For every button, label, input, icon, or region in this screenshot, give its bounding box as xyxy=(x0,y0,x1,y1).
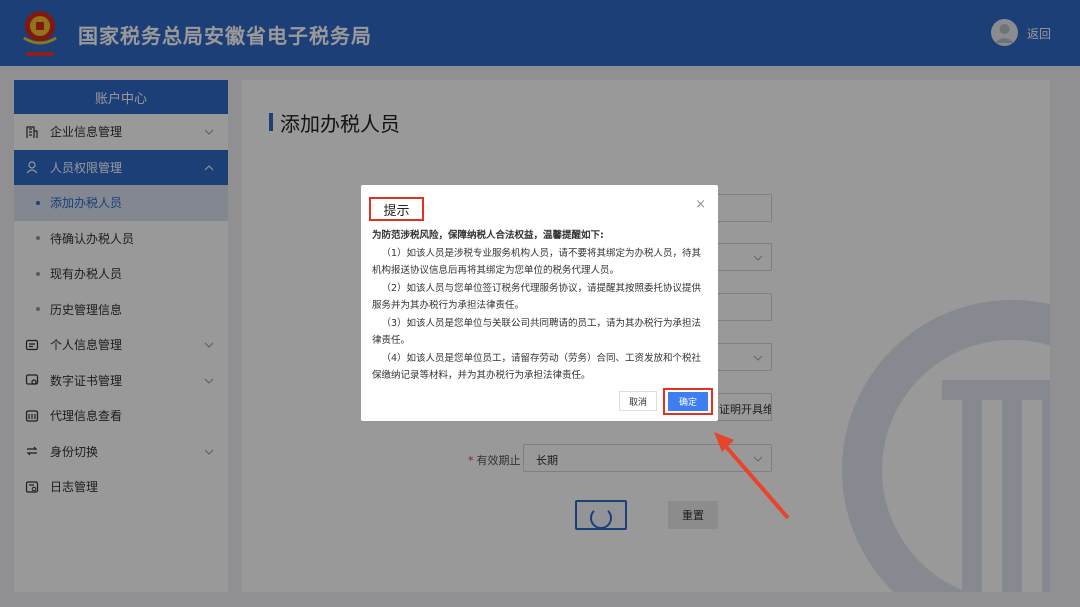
dialog-paragraph: （4）如该人员是您单位员工，请留存劳动（劳务）合同、工资发放和个税社保缴纳记录等… xyxy=(372,352,702,382)
dialog-paragraph: （1）如该人员是涉税专业服务机构人员，请不要将其绑定为办税人员，待其机构报送协议… xyxy=(372,247,702,277)
dialog-body: 为防范涉税风险，保障纳税人合法权益，温馨提醒如下: （1）如该人员是涉税专业服务… xyxy=(372,227,710,385)
cancel-button[interactable]: 取消 xyxy=(619,391,657,411)
close-icon[interactable]: × xyxy=(695,197,706,212)
dialog-paragraph: （2）如该人员与您单位签订税务代理服务协议，请提醒其按照委托协议提供服务并为其办… xyxy=(372,282,702,312)
ok-button-highlight: 确定 xyxy=(663,388,713,415)
dialog-lead-text: 为防范涉税风险，保障纳税人合法权益，温馨提醒如下: xyxy=(372,230,604,241)
annotation-arrow-icon xyxy=(714,432,790,520)
dialog-title: 提示 xyxy=(369,197,424,221)
dialog-paragraph: （3）如该人员是您单位与关联公司共同聘请的员工，请为其办税行为承担法律责任。 xyxy=(372,317,702,347)
ok-button[interactable]: 确定 xyxy=(668,392,708,411)
notice-dialog: 提示 × 为防范涉税风险，保障纳税人合法权益，温馨提醒如下: （1）如该人员是涉… xyxy=(361,185,718,421)
